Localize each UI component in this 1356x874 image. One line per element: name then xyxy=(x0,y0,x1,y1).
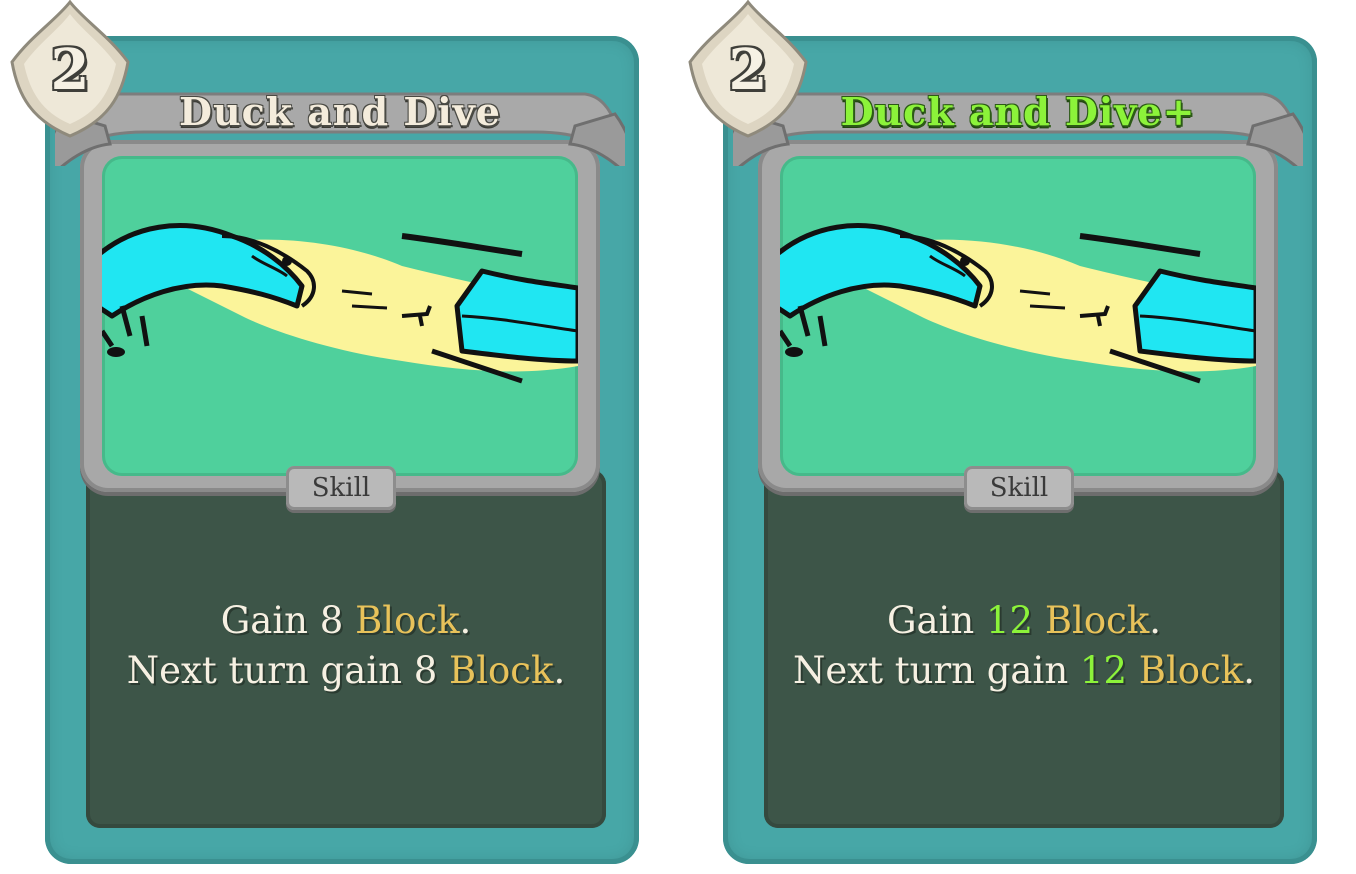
desc-text: . xyxy=(1149,599,1162,642)
description-line-1: Gain 8 Block. xyxy=(86,596,606,646)
block-amount: 8 xyxy=(413,649,438,692)
energy-cost-gem: 2 xyxy=(4,0,136,140)
desc-text: . xyxy=(1243,649,1255,692)
description-line-1: Gain 12 Block. xyxy=(764,596,1284,646)
energy-cost-number: 2 xyxy=(50,37,90,103)
card-type-plate: Skill xyxy=(964,466,1074,510)
desc-text: . xyxy=(553,649,566,692)
card-description: Gain 12 Block. Next turn gain 12 Block. xyxy=(764,596,1284,696)
desc-text: Next turn gain xyxy=(126,649,414,692)
block-keyword: Block xyxy=(1138,649,1244,692)
desc-text: . xyxy=(459,599,472,642)
card-type-label: Skill xyxy=(989,473,1049,503)
block-amount-upgraded: 12 xyxy=(1079,649,1128,692)
block-keyword: Block xyxy=(355,599,460,642)
description-line-2: Next turn gain 8 Block. xyxy=(86,646,606,696)
energy-cost-number: 2 xyxy=(728,37,768,103)
block-amount-upgraded: 12 xyxy=(985,599,1034,642)
card-description: Gain 8 Block. Next turn gain 8 Block. xyxy=(86,596,606,696)
desc-text: Gain xyxy=(220,599,320,642)
duck-and-dive-art xyxy=(780,223,1256,384)
card-art xyxy=(102,156,578,476)
block-keyword: Block xyxy=(449,649,554,692)
card-title: Duck and Dive+ xyxy=(840,89,1196,134)
card-comparison: Duck and Dive 2 Skill Gain 8 Block. Next… xyxy=(0,0,1356,874)
desc-text: Gain xyxy=(886,599,986,642)
block-keyword: Block xyxy=(1044,599,1150,642)
desc-text: Next turn gain xyxy=(793,649,1080,692)
card-art-frame xyxy=(758,140,1278,492)
duck-and-dive-art xyxy=(102,223,578,384)
card-art xyxy=(780,156,1256,476)
energy-cost-gem: 2 xyxy=(682,0,814,140)
card-duck-and-dive-upgraded[interactable]: Duck and Dive+ 2 Skill Gain 12 Block. Ne… xyxy=(678,0,1356,874)
block-amount: 8 xyxy=(319,599,344,642)
card-duck-and-dive[interactable]: Duck and Dive 2 Skill Gain 8 Block. Next… xyxy=(0,0,680,874)
card-title: Duck and Dive xyxy=(179,89,501,134)
card-art-frame xyxy=(80,140,600,492)
card-type-label: Skill xyxy=(311,473,371,503)
description-line-2: Next turn gain 12 Block. xyxy=(764,646,1284,696)
card-type-plate: Skill xyxy=(286,466,396,510)
